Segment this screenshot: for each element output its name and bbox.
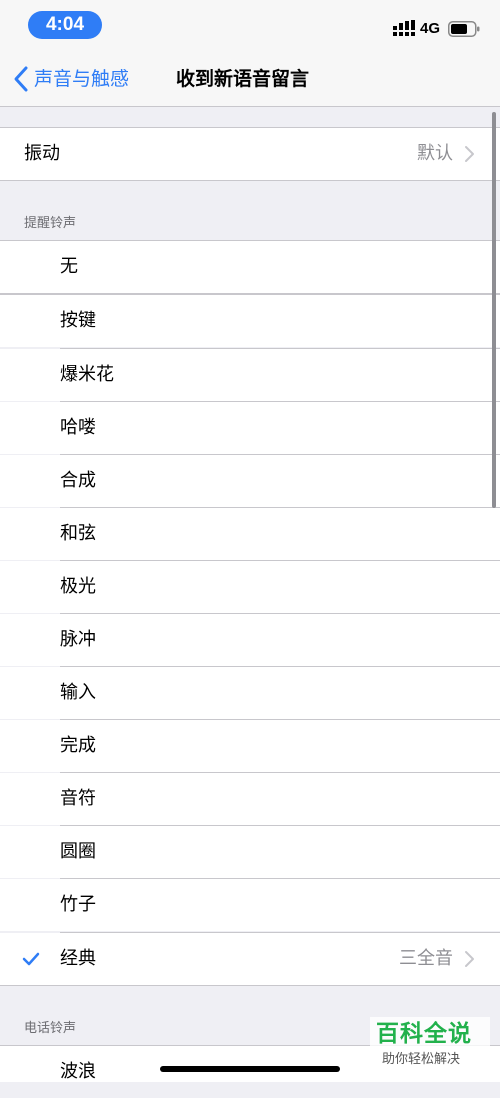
- tone-row[interactable]: 和弦: [0, 508, 500, 560]
- chevron-right-icon: [465, 951, 474, 967]
- vibration-label: 振动: [24, 143, 60, 164]
- tone-label: 按键: [60, 310, 96, 331]
- checkmark-icon: [22, 952, 40, 966]
- network-type-label: 4G: [420, 20, 441, 37]
- tone-label: 脉冲: [60, 629, 96, 650]
- tone-row[interactable]: 完成: [0, 720, 500, 772]
- tone-row[interactable]: 圆圈: [0, 826, 500, 878]
- tone-label: 爆米花: [60, 364, 114, 385]
- tone-label: 竹子: [60, 894, 96, 915]
- alert-tones-section-header: 提醒铃声: [24, 216, 77, 231]
- battery-icon: [448, 21, 480, 37]
- tone-label: 音符: [60, 788, 96, 809]
- tone-row[interactable]: 音符: [0, 773, 500, 825]
- ringtone-label: 波浪: [60, 1061, 96, 1082]
- watermark-title: 百科全说: [376, 1021, 472, 1047]
- tone-row[interactable]: 按键: [0, 295, 500, 347]
- tone-label: 和弦: [60, 523, 96, 544]
- scrollbar[interactable]: [492, 112, 496, 508]
- home-indicator[interactable]: [160, 1066, 340, 1072]
- tone-row[interactable]: 爆米花: [0, 349, 500, 401]
- watermark-logo: 百科全说 助你轻松解决: [370, 1017, 490, 1073]
- watermark-subtitle: 助你轻松解决: [382, 1052, 461, 1067]
- tone-label: 输入: [60, 682, 96, 703]
- tone-label: 完成: [60, 735, 96, 756]
- ringtones-section-header: 电话铃声: [24, 1021, 77, 1036]
- tone-label: 无: [60, 256, 78, 277]
- tone-row[interactable]: 输入: [0, 667, 500, 719]
- tone-row-none[interactable]: 无: [0, 241, 500, 293]
- tone-value: 三全音: [399, 948, 453, 969]
- vibration-row[interactable]: 振动 默认: [0, 128, 500, 180]
- tone-row[interactable]: 竹子: [0, 879, 500, 931]
- status-time[interactable]: 4:04: [28, 11, 102, 39]
- navigation-bar: 声音与触感 收到新语音留言: [0, 50, 500, 107]
- divider: [0, 180, 500, 181]
- status-bar: 4:04 4G: [0, 0, 500, 50]
- tone-row[interactable]: 哈喽: [0, 402, 500, 454]
- divider: [0, 985, 500, 986]
- tone-label: 圆圈: [60, 841, 96, 862]
- tone-row[interactable]: 极光: [0, 561, 500, 613]
- tone-label: 哈喽: [60, 417, 96, 438]
- back-button-label: 声音与触感: [34, 68, 130, 90]
- tone-row[interactable]: 合成: [0, 455, 500, 507]
- page-title: 收到新语音留言: [176, 68, 310, 90]
- chevron-left-icon: [14, 66, 28, 92]
- vibration-value: 默认: [417, 143, 453, 164]
- chevron-right-icon: [465, 146, 474, 162]
- tone-row[interactable]: 脉冲: [0, 614, 500, 666]
- tone-label: 极光: [60, 576, 96, 597]
- cellular-signal-icon: [393, 20, 415, 36]
- tone-label: 经典: [60, 948, 96, 969]
- tone-row-selected[interactable]: 经典 三全音: [0, 933, 500, 985]
- tone-label: 合成: [60, 470, 96, 491]
- back-button[interactable]: 声音与触感: [12, 64, 129, 94]
